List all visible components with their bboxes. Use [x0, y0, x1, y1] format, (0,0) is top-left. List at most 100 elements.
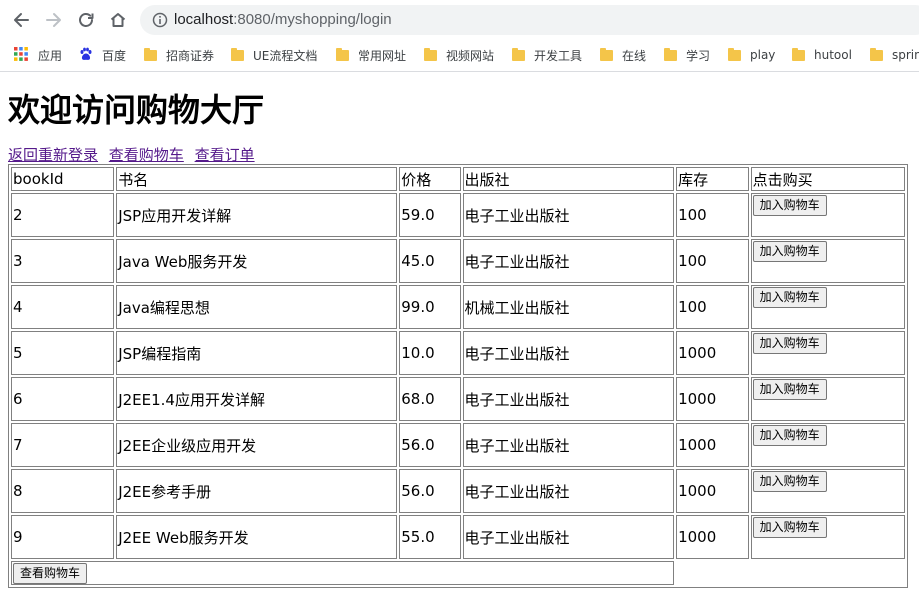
cell-bookid: 8 [11, 469, 115, 513]
bookmark-label: hutool [814, 48, 852, 62]
page-title: 欢迎访问购物大厅 [8, 91, 265, 129]
bookmark-label: 开发工具 [534, 48, 583, 63]
relogin-link[interactable]: 返回重新登录 [8, 146, 98, 164]
cell-publisher: 机械工业出版社 [462, 285, 675, 329]
cell-bookid: 5 [11, 331, 115, 375]
baidu-paw-icon [79, 47, 93, 64]
folder-icon [336, 47, 349, 61]
cell-buy: 加入购物车 [750, 377, 905, 421]
bookmark-label: play [750, 48, 776, 62]
bookmark-folder[interactable]: 学习 [664, 46, 710, 64]
folder-icon [512, 47, 525, 61]
site-info-icon[interactable] [152, 12, 168, 32]
cell-bookid: 4 [11, 285, 115, 329]
add-to-cart-button[interactable]: 加入购物车 [752, 287, 827, 308]
cell-name: J2EE Web服务开发 [116, 515, 398, 559]
cell-name: J2EE企业级应用开发 [116, 423, 398, 467]
cell-stock: 100 [676, 239, 749, 283]
add-to-cart-button[interactable]: 加入购物车 [752, 379, 827, 400]
folder-icon [728, 47, 741, 61]
cell-stock: 1000 [676, 423, 749, 467]
cell-price: 99.0 [399, 285, 461, 329]
home-icon[interactable] [106, 8, 130, 32]
table-row: 5 JSP编程指南 10.0 电子工业出版社 1000 加入购物车 [11, 331, 905, 375]
page-content: 欢迎访问购物大厅 返回重新登录 查看购物车 查看订单 bookId 书名 价格 … [0, 72, 919, 607]
cell-publisher: 电子工业出版社 [462, 515, 675, 559]
folder-icon [231, 47, 244, 61]
reload-icon[interactable] [74, 8, 98, 32]
table-row: 4 Java编程思想 99.0 机械工业出版社 100 加入购物车 [11, 285, 905, 329]
table-row: 6 J2EE1.4应用开发详解 68.0 电子工业出版社 1000 加入购物车 [11, 377, 905, 421]
cell-price: 56.0 [399, 423, 461, 467]
forward-icon[interactable] [42, 8, 66, 32]
bookmark-label: sprin [892, 48, 919, 62]
bookmarks-bar: 应用 百度 招商证券 UE流程文档 常用网址 视频网站 开发工具 在线 学习 p… [0, 40, 919, 72]
view-orders-link[interactable]: 查看订单 [195, 146, 255, 164]
folder-icon [664, 47, 677, 61]
cell-publisher: 电子工业出版社 [462, 239, 675, 283]
folder-icon [424, 47, 437, 61]
cell-price: 59.0 [399, 193, 461, 237]
cell-name: Java Web服务开发 [116, 239, 398, 283]
folder-icon [600, 47, 613, 61]
bookmark-folder[interactable]: 招商证券 [144, 46, 214, 64]
column-header-bookid: bookId [11, 167, 115, 191]
cell-stock: 1000 [676, 377, 749, 421]
cell-name: J2EE1.4应用开发详解 [116, 377, 398, 421]
footer-cell: 查看购物车 [11, 561, 675, 585]
nav-links: 返回重新登录 查看购物车 查看订单 [8, 144, 261, 165]
bookmark-folder[interactable]: hutool [792, 46, 852, 64]
cell-bookid: 6 [11, 377, 115, 421]
cell-price: 56.0 [399, 469, 461, 513]
column-header-name: 书名 [116, 167, 398, 191]
view-cart-button[interactable]: 查看购物车 [13, 562, 88, 584]
add-to-cart-button[interactable]: 加入购物车 [752, 517, 827, 538]
cell-buy: 加入购物车 [750, 239, 905, 283]
bookmark-folder[interactable]: 视频网站 [424, 46, 494, 64]
column-header-stock: 库存 [676, 167, 749, 191]
bookmark-folder[interactable]: sprin [870, 46, 919, 64]
add-to-cart-button[interactable]: 加入购物车 [752, 195, 827, 216]
cell-bookid: 9 [11, 515, 115, 559]
cell-stock: 1000 [676, 469, 749, 513]
cell-bookid: 2 [11, 193, 115, 237]
folder-icon [144, 47, 157, 61]
cell-name: Java编程思想 [116, 285, 398, 329]
view-cart-link[interactable]: 查看购物车 [109, 146, 184, 164]
cell-buy: 加入购物车 [750, 423, 905, 467]
folder-icon [792, 47, 805, 61]
cell-stock: 100 [676, 193, 749, 237]
cell-publisher: 电子工业出版社 [462, 331, 675, 375]
address-bar[interactable]: localhost:8080/myshopping/login [140, 5, 919, 35]
add-to-cart-button[interactable]: 加入购物车 [752, 425, 827, 446]
folder-icon [870, 47, 883, 61]
bookmark-folder[interactable]: play [728, 46, 775, 64]
back-icon[interactable] [9, 8, 33, 32]
cell-name: J2EE参考手册 [116, 469, 398, 513]
bookmark-folder[interactable]: 常用网址 [336, 46, 406, 64]
add-to-cart-button[interactable]: 加入购物车 [752, 471, 827, 492]
bookmark-folder[interactable]: UE流程文档 [231, 46, 317, 64]
bookmark-label: 在线 [622, 48, 647, 63]
bookmark-label: 百度 [102, 48, 127, 63]
bookmark-label: 招商证券 [166, 48, 215, 63]
bookmark-apps[interactable]: 应用 [14, 46, 62, 64]
cell-price: 45.0 [399, 239, 461, 283]
book-table: bookId 书名 价格 出版社 库存 点击购买 2 JSP应用开发详解 59.0 电… [8, 164, 908, 588]
column-header-buy: 点击购买 [750, 167, 905, 191]
add-to-cart-button[interactable]: 加入购物车 [752, 241, 827, 262]
cell-stock: 1000 [676, 515, 749, 559]
add-to-cart-button[interactable]: 加入购物车 [752, 333, 827, 354]
cell-price: 10.0 [399, 331, 461, 375]
bookmark-baidu[interactable]: 百度 [79, 46, 126, 64]
footer-empty-cell [676, 561, 905, 585]
cell-price: 68.0 [399, 377, 461, 421]
bookmark-label: UE流程文档 [253, 48, 318, 63]
cell-publisher: 电子工业出版社 [462, 193, 675, 237]
table-row: 3 Java Web服务开发 45.0 电子工业出版社 100 加入购物车 [11, 239, 905, 283]
cell-stock: 100 [676, 285, 749, 329]
bookmark-label: 常用网址 [358, 48, 407, 63]
cell-buy: 加入购物车 [750, 469, 905, 513]
bookmark-folder[interactable]: 开发工具 [512, 46, 582, 64]
bookmark-folder[interactable]: 在线 [600, 46, 646, 64]
